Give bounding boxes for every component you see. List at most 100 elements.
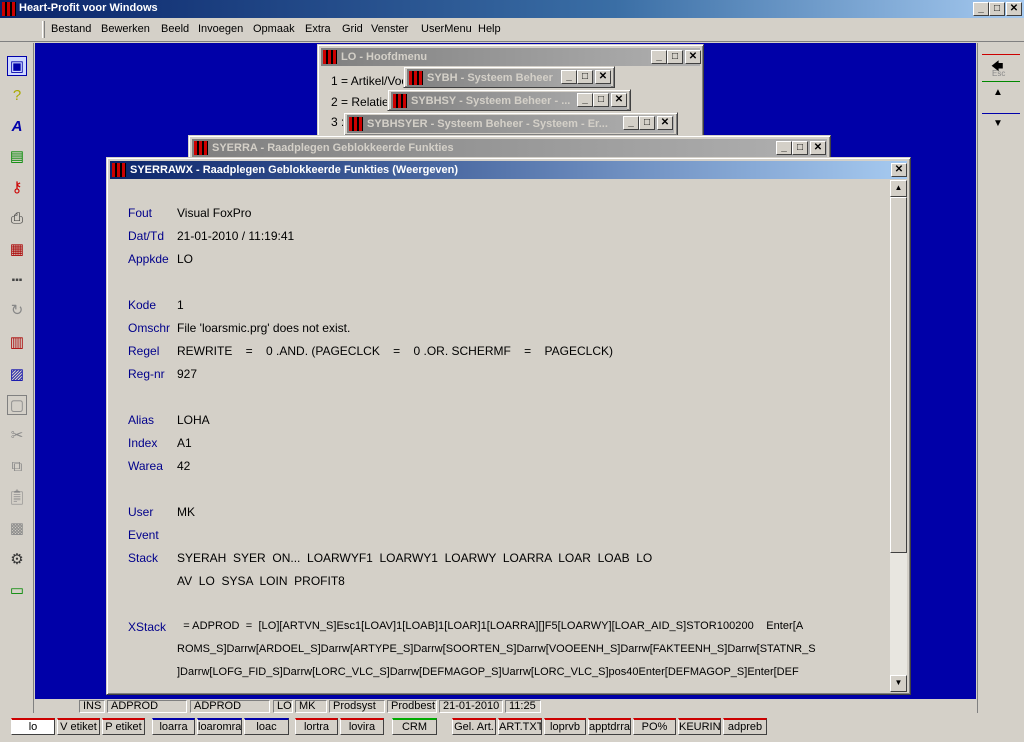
paste-icon[interactable]: 📋︎ (7, 488, 27, 508)
tab-lortra[interactable]: lortra (295, 718, 338, 735)
menu-option-1[interactable]: 1 = Artikel/Voo (331, 74, 408, 88)
menu-beeld[interactable]: Beeld (161, 23, 189, 35)
status-prodbest: Prodbest (387, 700, 437, 713)
close-button[interactable]: ✕ (685, 50, 701, 64)
tab-v-etiket[interactable]: V etiket (57, 718, 100, 735)
tab-p-etiket[interactable]: P etiket (102, 718, 145, 735)
window-caption: SYBHSY - Systeem Beheer - ... _ □ ✕ (391, 92, 627, 110)
maximize-button[interactable]: □ (639, 116, 655, 130)
table-icon[interactable]: ▤ (7, 147, 27, 167)
value-index: A1 (177, 436, 192, 450)
window-logo-icon (349, 117, 363, 131)
value-fout: Visual FoxPro (177, 206, 252, 220)
app-titlebar: Heart-Profit voor Windows _ □ ✕ (0, 0, 1024, 18)
window-caption: LO - Hoofdmenu _ □ ✕ (321, 48, 701, 66)
label-regel: Regel (128, 344, 160, 358)
window-sybh[interactable]: SYBH - Systeem Beheer _ □ ✕ (403, 66, 615, 88)
window-logo-icon (112, 163, 126, 177)
vertical-scrollbar[interactable]: ▲ ▼ (890, 180, 907, 692)
frame-icon[interactable]: ▢ (7, 395, 27, 415)
menu-opmaak[interactable]: Opmaak (253, 23, 295, 35)
tab-loprvb[interactable]: loprvb (544, 718, 586, 735)
maximize-button[interactable]: □ (577, 70, 593, 84)
window-logo-icon (194, 141, 208, 155)
close-button[interactable]: ✕ (1006, 2, 1022, 16)
status-appkde: LO (273, 700, 293, 713)
screen-icon[interactable]: ▣ (7, 56, 27, 76)
menu-usermenu[interactable]: UserMenu (421, 23, 472, 35)
tab-art-txt[interactable]: ART.TXT (498, 718, 542, 735)
scroll-down-icon[interactable]: ▼ (993, 118, 1003, 129)
menu-bewerken[interactable]: Bewerken (101, 23, 150, 35)
copy-icon[interactable]: ⧉ (7, 457, 27, 477)
paste-special-icon[interactable]: ▩ (7, 519, 27, 539)
menu-bestand[interactable]: Bestand (51, 23, 91, 35)
maximize-button[interactable]: □ (667, 50, 683, 64)
menu-venster[interactable]: Venster (371, 23, 408, 35)
app-title: Heart-Profit voor Windows (19, 2, 158, 14)
scroll-thumb[interactable] (890, 197, 907, 553)
window-title: SYERRA - Raadplegen Geblokkeerde Funktie… (212, 142, 454, 154)
monitor-icon[interactable]: ▭ (7, 581, 27, 601)
minimize-button[interactable]: _ (561, 70, 577, 84)
menu-help[interactable]: Help (478, 23, 501, 35)
print-icon[interactable]: ⎙ (7, 209, 27, 229)
label-alias: Alias (128, 413, 155, 427)
tab-bar: lo V etiket P etiket loarra loaromra loa… (0, 715, 1024, 742)
scroll-down-button[interactable]: ▼ (890, 675, 907, 692)
tab-po-percent[interactable]: PO% (633, 718, 676, 735)
tab-adpreb[interactable]: adpreb (723, 718, 767, 735)
key-icon[interactable]: ⚷ (7, 178, 27, 198)
menu-invoegen[interactable]: Invoegen (198, 23, 243, 35)
tab-keuring[interactable]: KEURING (678, 718, 721, 735)
tab-crm[interactable]: CRM (392, 718, 437, 735)
close-button[interactable]: ✕ (657, 116, 673, 130)
tab-apptdrra[interactable]: apptdrra (588, 718, 631, 735)
settings-icon[interactable]: ⚙ (7, 550, 27, 570)
refresh-icon[interactable]: ↻ (7, 301, 27, 321)
menu-extra[interactable]: Extra (305, 23, 331, 35)
form-icon[interactable]: ▦ (7, 240, 27, 260)
minimize-button[interactable]: _ (776, 141, 792, 155)
window-caption: SYERRAWX - Raadplegen Geblokkeerde Funkt… (110, 161, 907, 179)
tab-loaromra[interactable]: loaromra (197, 718, 242, 735)
menu-grip (42, 21, 45, 38)
minimize-button[interactable]: _ (577, 93, 593, 107)
esc-label[interactable]: Esc (992, 69, 1005, 78)
maximize-button[interactable]: □ (792, 141, 808, 155)
tab-lo[interactable]: lo (11, 718, 55, 735)
close-button[interactable]: ✕ (611, 93, 627, 107)
minimize-button[interactable]: _ (651, 50, 667, 64)
close-button[interactable]: ✕ (810, 141, 826, 155)
tab-loac[interactable]: loac (244, 718, 289, 735)
window-sybhsyer[interactable]: SYBHSYER - Systeem Beheer - Systeem - Er… (343, 112, 678, 136)
window-sybhsy[interactable]: SYBHSY - Systeem Beheer - ... _ □ ✕ (387, 89, 631, 111)
menu-option-2[interactable]: 2 = Relatie (331, 95, 389, 109)
scroll-up-icon[interactable]: ▲ (993, 87, 1003, 98)
status-date: 21-01-2010 (439, 700, 503, 713)
tab-lovira[interactable]: lovira (340, 718, 384, 735)
status-field-2: ADPROD (190, 700, 270, 713)
window-title: SYBH - Systeem Beheer (427, 72, 553, 84)
report-icon[interactable]: ▨ (7, 365, 27, 385)
tab-gel-art[interactable]: Gel. Art. (452, 718, 496, 735)
scroll-up-button[interactable]: ▲ (890, 180, 907, 197)
edit-form-icon[interactable]: ▥ (7, 333, 27, 353)
restore-button[interactable]: □ (989, 2, 1005, 16)
minimize-button[interactable]: _ (623, 116, 639, 130)
cut-icon[interactable]: ✂ (7, 426, 27, 446)
dots-icon[interactable]: ▪▪▪ (7, 271, 27, 291)
font-icon[interactable]: A (7, 117, 27, 137)
menu-grid[interactable]: Grid (342, 23, 363, 35)
left-toolbar: ▣ ? A ▤ ⚷ ⎙ ▦ ▪▪▪ ↻ ▥ ▨ ▢ ✂ ⧉ 📋︎ ▩ ⚙ ▭ (0, 43, 34, 713)
minimize-button[interactable]: _ (973, 2, 989, 16)
status-user: MK (295, 700, 327, 713)
close-button[interactable]: ✕ (891, 163, 907, 177)
label-warea: Warea (128, 459, 163, 473)
label-stack: Stack (128, 551, 159, 565)
help-icon[interactable]: ? (7, 86, 27, 106)
maximize-button[interactable]: □ (593, 93, 609, 107)
tab-loarra[interactable]: loarra (152, 718, 195, 735)
close-button[interactable]: ✕ (595, 70, 611, 84)
status-bar: INS ADPROD ADPROD LO MK Prodsyst Prodbes… (35, 699, 976, 714)
